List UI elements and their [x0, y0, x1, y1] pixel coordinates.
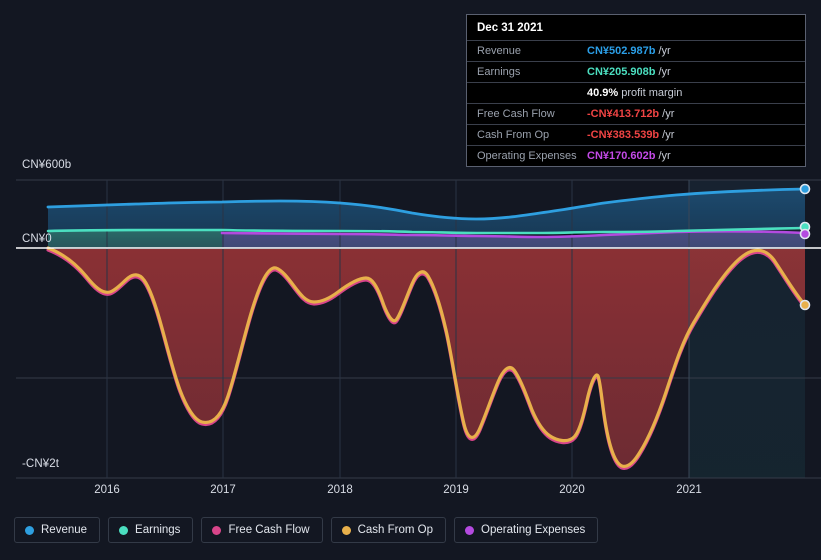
legend-item-revenue[interactable]: Revenue: [14, 517, 101, 543]
tooltip-row-profit-margin: 40.9% profit margin: [467, 82, 805, 103]
tooltip-label-cash-from-op: Cash From Op: [477, 129, 550, 141]
legend-item-operating-expenses[interactable]: Operating Expenses: [454, 517, 599, 543]
tooltip-value-operating-expenses: CN¥170.602b: [587, 150, 656, 162]
legend-label-cash-from-op: Cash From Op: [357, 524, 434, 536]
tooltip-value-free-cash-flow: -CN¥413.712b: [587, 108, 660, 120]
tooltip-value-earnings: CN¥205.908b: [587, 66, 656, 78]
tooltip-suffix-free-cash-flow: /yr: [662, 108, 675, 120]
x-axis-tick-2020: 2020: [559, 484, 585, 496]
tooltip-value-revenue: CN¥502.987b: [587, 45, 656, 57]
legend-item-free-cash-flow[interactable]: Free Cash Flow: [201, 517, 323, 543]
x-axis-tick-2021: 2021: [676, 484, 702, 496]
tooltip-label-earnings: Earnings: [477, 66, 521, 78]
tooltip-suffix-operating-expenses: /yr: [658, 150, 671, 162]
tooltip-row-cash-from-op: Cash From Op -CN¥383.539b /yr: [467, 124, 805, 145]
x-axis-tick-2018: 2018: [327, 484, 353, 496]
y-axis-label-bottom: -CN¥2t: [22, 458, 60, 470]
tooltip-suffix-cash-from-op: /yr: [662, 129, 675, 141]
legend-dot-cash-from-op-icon: [341, 525, 351, 535]
cash-from-op-endpoint-marker: [799, 299, 811, 311]
legend-dot-operating-expenses-icon: [465, 525, 475, 535]
tooltip-suffix-revenue: /yr: [658, 45, 671, 57]
tooltip-row-earnings: Earnings CN¥205.908b /yr: [467, 61, 805, 82]
y-axis-label-zero: CN¥0: [22, 233, 52, 245]
legend-label-revenue: Revenue: [41, 524, 88, 536]
legend-label-earnings: Earnings: [135, 524, 181, 536]
tooltip-date: Dec 31 2021: [477, 22, 543, 34]
chart-tooltip: Dec 31 2021 Revenue CN¥502.987b /yr Earn…: [466, 14, 806, 167]
x-axis-tick-2017: 2017: [210, 484, 236, 496]
earnings-area-early: [48, 230, 222, 248]
legend-item-cash-from-op[interactable]: Cash From Op: [330, 517, 447, 543]
legend-dot-free-cash-flow-icon: [212, 525, 222, 535]
operating-expenses-endpoint-marker: [799, 228, 811, 240]
tooltip-suffix-earnings: /yr: [658, 66, 671, 78]
chart-legend: Revenue Earnings Free Cash Flow Cash Fro…: [14, 517, 599, 543]
tooltip-row-free-cash-flow: Free Cash Flow -CN¥413.712b /yr: [467, 103, 805, 124]
legend-label-operating-expenses: Operating Expenses: [481, 524, 586, 536]
tooltip-row-revenue: Revenue CN¥502.987b /yr: [467, 40, 805, 61]
x-axis-tick-2019: 2019: [443, 484, 469, 496]
legend-item-earnings[interactable]: Earnings: [108, 517, 194, 543]
x-axis-tick-2016: 2016: [94, 484, 120, 496]
tooltip-value-profit-margin: 40.9%: [587, 87, 619, 99]
y-axis-label-top: CN¥600b: [22, 159, 72, 171]
tooltip-value-cash-from-op: -CN¥383.539b: [587, 129, 660, 141]
legend-dot-earnings-icon: [119, 525, 129, 535]
tooltip-label-free-cash-flow: Free Cash Flow: [477, 108, 555, 120]
legend-dot-revenue-icon: [25, 525, 34, 535]
revenue-endpoint-marker: [799, 183, 811, 195]
tooltip-label-operating-expenses: Operating Expenses: [477, 150, 577, 162]
tooltip-label-revenue: Revenue: [477, 45, 522, 57]
tooltip-suffix-profit-margin: profit margin: [621, 87, 683, 99]
legend-label-free-cash-flow: Free Cash Flow: [228, 524, 310, 536]
tooltip-row-operating-expenses: Operating Expenses CN¥170.602b /yr: [467, 145, 805, 166]
